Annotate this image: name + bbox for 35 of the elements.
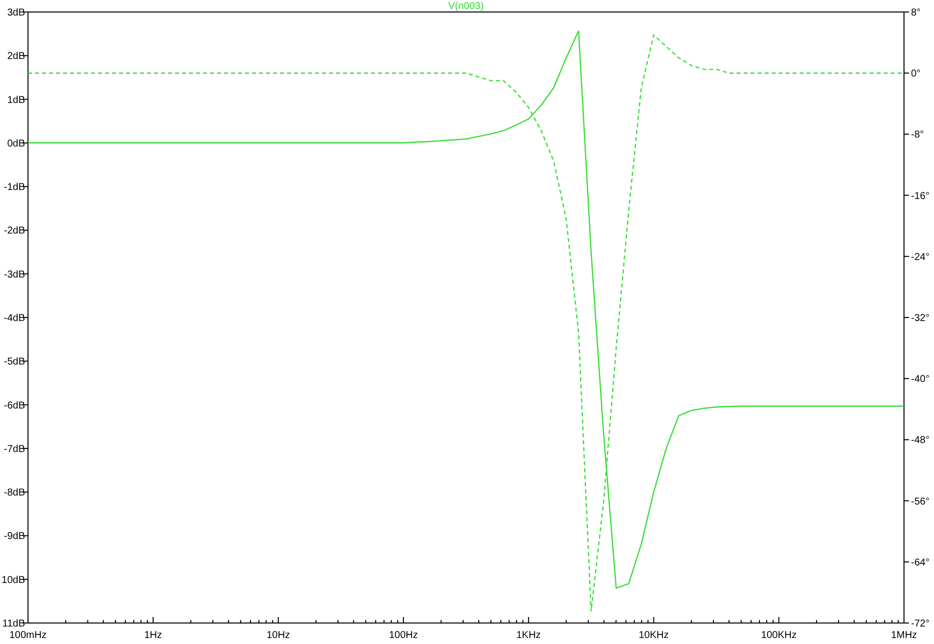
tick-label: -32° xyxy=(911,313,930,324)
tick-label: -64° xyxy=(911,557,930,568)
tick-label: 11dB xyxy=(2,618,25,630)
tick-label: 0° xyxy=(911,68,921,80)
tick-label: -8° xyxy=(911,130,924,141)
tick-label: -3dB xyxy=(4,269,25,280)
tick-label: -9dB xyxy=(4,531,25,542)
tick-label: -16° xyxy=(911,190,930,202)
tick-label: 100mHz xyxy=(9,630,47,641)
tick-label: -72° xyxy=(911,618,930,630)
tick-label: 1dB xyxy=(7,94,25,106)
tick-label: -40° xyxy=(911,374,930,386)
tick-label: 10KHz xyxy=(638,630,669,641)
tick-label: 3dB xyxy=(7,8,25,18)
tick-label: 8° xyxy=(911,8,921,18)
tick-label: 0dB xyxy=(7,138,25,150)
tick-label: 1KHz xyxy=(516,630,541,641)
tick-label: -5dB xyxy=(4,356,25,368)
tick-label: -56° xyxy=(911,496,930,508)
tick-label: -1dB xyxy=(4,182,25,194)
tick-label: 1Hz xyxy=(144,630,162,641)
tick-label: 10dB xyxy=(2,574,25,586)
tick-label: 10Hz xyxy=(266,630,290,641)
trace-title: V(n003) xyxy=(448,1,484,12)
tick-label: -24° xyxy=(911,252,930,263)
tick-label: -7dB xyxy=(4,444,25,455)
tick-label: 100KHz xyxy=(761,630,797,641)
tick-label: -48° xyxy=(911,435,930,446)
tick-label: -2dB xyxy=(4,226,25,237)
tick-label: 100Hz xyxy=(388,630,418,641)
tick-label: -4dB xyxy=(4,313,25,324)
tick-label: -6dB xyxy=(4,400,25,412)
tick-label: 2dB xyxy=(7,51,25,62)
tick-label: 1MHz xyxy=(890,630,918,641)
tick-label: -8dB xyxy=(4,488,25,499)
